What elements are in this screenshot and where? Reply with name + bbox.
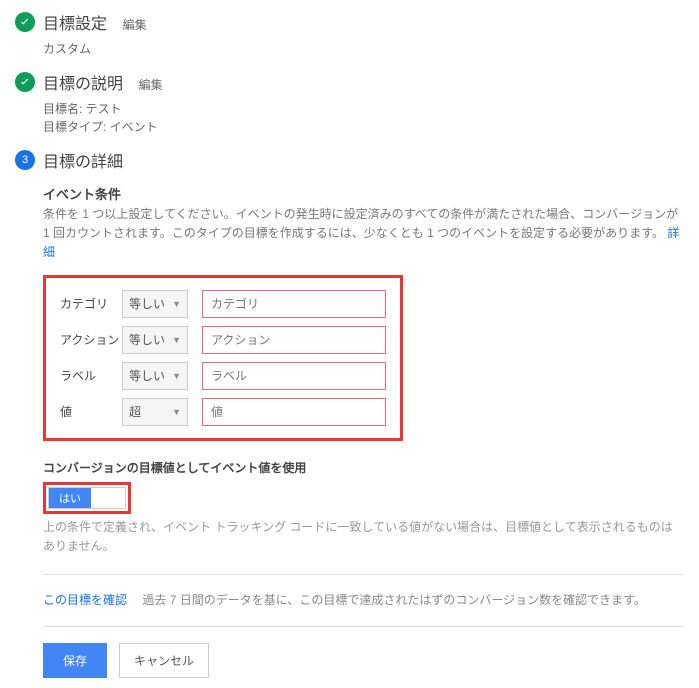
label-input[interactable]: [202, 362, 386, 390]
event-value-note: 上の条件で定義され、イベント トラッキング コードに一致している値がない場合は、…: [43, 518, 684, 556]
operator-select[interactable]: 超 ▼: [122, 398, 188, 426]
step-title: 目標の説明: [43, 76, 123, 93]
condition-row-category: カテゴリ 等しい ▼: [60, 290, 386, 318]
caret-down-icon: ▼: [172, 407, 181, 417]
caret-down-icon: ▼: [172, 335, 181, 345]
use-event-value-heading: コンバージョンの目標値としてイベント値を使用: [43, 459, 684, 476]
check-icon: [15, 12, 35, 32]
check-icon: [15, 72, 35, 92]
step-number-icon: 3: [15, 150, 35, 170]
event-conditions-heading: イベント条件: [43, 184, 684, 203]
condition-row-label: ラベル 等しい ▼: [60, 362, 386, 390]
verify-goal-link[interactable]: この目標を確認: [43, 593, 127, 607]
operator-select[interactable]: 等しい ▼: [122, 290, 188, 318]
edit-link[interactable]: 編集: [123, 18, 147, 32]
event-conditions-desc: 条件を 1 つ以上設定してください。イベントの発生時に設定済みのすべての条件が満…: [43, 205, 684, 263]
verify-desc: 過去 7 日間のデータを基に、この目標で達成されたはずのコンバージョン数を確認で…: [142, 593, 646, 607]
step-goal-description: 目標の説明 編集 目標名: テスト 目標タイプ: イベント: [15, 70, 684, 136]
condition-row-action: アクション 等しい ▼: [60, 326, 386, 354]
action-input[interactable]: [202, 326, 386, 354]
condition-label: アクション: [60, 331, 122, 348]
condition-label: カテゴリ: [60, 295, 122, 312]
caret-down-icon: ▼: [172, 371, 181, 381]
goal-name-line: 目標名: テスト: [43, 100, 684, 118]
operator-select[interactable]: 等しい ▼: [122, 326, 188, 354]
step-goal-setting: 目標設定 編集 カスタム: [15, 10, 684, 58]
step-title: 目標の詳細: [43, 154, 123, 171]
verify-row: この目標を確認 過去 7 日間のデータを基に、この目標で達成されたはずのコンバー…: [43, 591, 684, 608]
caret-down-icon: ▼: [172, 299, 181, 309]
condition-label: 値: [60, 403, 122, 420]
condition-label: ラベル: [60, 367, 122, 384]
step-goal-details: 3 目標の詳細: [15, 148, 684, 172]
category-input[interactable]: [202, 290, 386, 318]
cancel-button[interactable]: キャンセル: [119, 643, 209, 678]
save-button[interactable]: 保存: [43, 643, 107, 678]
toggle-on-label: はい: [49, 488, 91, 508]
event-conditions-box: カテゴリ 等しい ▼ アクション 等しい ▼ ラベル 等しい ▼ 値: [43, 275, 403, 441]
step-title: 目標設定: [43, 16, 107, 33]
toggle-off-side: [91, 488, 125, 508]
divider: [43, 626, 684, 627]
condition-row-value: 値 超 ▼: [60, 398, 386, 426]
use-event-value-toggle[interactable]: はい: [48, 487, 126, 509]
edit-link[interactable]: 編集: [139, 78, 163, 92]
value-input[interactable]: [202, 398, 386, 426]
toggle-highlight-box: はい: [43, 482, 131, 514]
step-subtitle: カスタム: [43, 40, 684, 58]
goal-type-line: 目標タイプ: イベント: [43, 118, 684, 136]
operator-select[interactable]: 等しい ▼: [122, 362, 188, 390]
divider: [43, 574, 684, 575]
